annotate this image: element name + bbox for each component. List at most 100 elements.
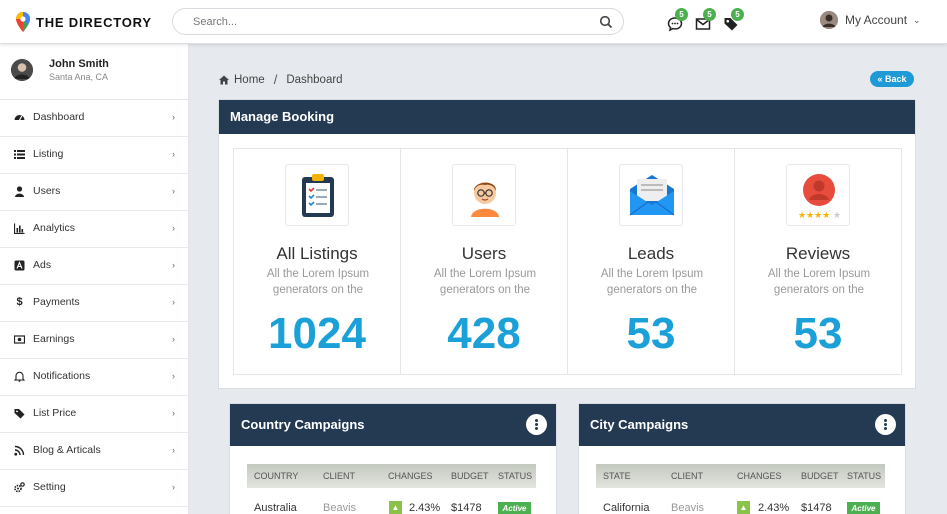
breadcrumb-home[interactable]: Home <box>234 74 265 86</box>
sidebar-item-label: Analytics <box>33 222 76 234</box>
column-header: CLIENT <box>323 471 356 481</box>
rss-icon <box>14 445 25 456</box>
messages-badge: 5 <box>675 8 688 21</box>
search-icon[interactable] <box>599 15 613 29</box>
sidebar-item-ads[interactable]: Ads › <box>0 248 189 285</box>
more-options-button[interactable] <box>526 414 547 435</box>
list-icon <box>14 149 25 160</box>
back-icon: « <box>877 74 883 84</box>
sidebar: John Smith Santa Ana, CA Dashboard › Lis… <box>0 44 189 514</box>
column-header: BUDGET <box>801 471 839 481</box>
table-row[interactable]: California Beavis ▲ 2.43% $1478 Active <box>596 500 885 514</box>
sidebar-item-listing[interactable]: Listing › <box>0 137 189 174</box>
sidebar-item-label: Earnings <box>33 333 75 345</box>
user-profile[interactable]: John Smith Santa Ana, CA <box>0 44 189 100</box>
stat-value: 1024 <box>268 309 366 358</box>
table-header: STATE CLIENT CHANGES BUDGET STATUS <box>596 464 885 488</box>
client-cell: Beavis <box>671 502 705 514</box>
breadcrumb: Home / Dashboard <box>219 72 343 87</box>
city-campaigns-card: City Campaigns STATE CLIENT CHANGES BUDG… <box>578 403 906 514</box>
account-avatar <box>820 11 838 29</box>
manage-booking-panel: Manage Booking All Listings All the Lore… <box>218 99 916 389</box>
arrow-up-icon: ▲ <box>389 501 402 514</box>
chevron-right-icon: › <box>172 186 175 196</box>
stat-card-listings[interactable]: All Listings All the Lorem Ipsum generat… <box>233 148 401 375</box>
profile-location: Santa Ana, CA <box>49 72 109 82</box>
budget-cell: $1478 <box>801 502 832 514</box>
gear-icon <box>14 482 25 493</box>
search-bar <box>172 8 624 35</box>
clipboard-icon <box>285 164 349 226</box>
mail-button[interactable]: 5 <box>695 8 716 34</box>
chevron-down-icon: ⌄ <box>913 14 921 25</box>
client-cell: Beavis <box>323 502 357 514</box>
breadcrumb-current: Dashboard <box>286 73 343 86</box>
reviews-icon: ★★★★ ★ <box>786 164 850 226</box>
sidebar-item-blog[interactable]: Blog & Articals › <box>0 433 189 470</box>
mail-badge: 5 <box>703 8 716 21</box>
search-input[interactable] <box>193 13 583 31</box>
country-campaigns-card: Country Campaigns COUNTRY CLIENT CHANGES… <box>229 403 557 514</box>
stat-value: 53 <box>626 309 676 358</box>
stat-title: Reviews <box>785 244 851 263</box>
sidebar-item-label: Setting <box>33 481 66 493</box>
column-header: STATUS <box>847 471 882 481</box>
sidebar-item-users[interactable]: Users › <box>0 174 189 211</box>
dollar-icon: $ <box>16 296 23 308</box>
sidebar-item-list-price[interactable]: List Price › <box>0 396 189 433</box>
bar-chart-icon <box>13 223 25 235</box>
stat-card-users[interactable]: Users All the Lorem Ipsum generators on … <box>400 148 568 375</box>
account-menu[interactable]: My Account ⌄ <box>820 11 921 29</box>
sidebar-item-analytics[interactable]: Analytics › <box>0 211 189 248</box>
place-cell: California <box>603 502 650 514</box>
place-cell: Australia <box>254 502 297 514</box>
back-button[interactable]: « Back <box>870 71 914 87</box>
column-header: STATE <box>603 471 631 481</box>
profile-name: John Smith <box>49 58 109 70</box>
back-label: Back <box>885 74 907 84</box>
bell-icon <box>13 371 26 382</box>
stat-description: All the Lorem Ipsum generators on the <box>266 268 370 296</box>
stat-description: All the Lorem Ipsum generators on the <box>600 268 704 296</box>
logo[interactable]: THE DIRECTORY <box>16 12 152 32</box>
column-header: CHANGES <box>737 471 782 481</box>
map-pin-icon <box>16 12 30 32</box>
sidebar-item-dashboard[interactable]: Dashboard › <box>0 100 189 137</box>
stat-description: All the Lorem Ipsum generators on the <box>433 268 537 296</box>
money-icon <box>13 334 26 345</box>
chevron-right-icon: › <box>172 297 175 307</box>
sidebar-item-earnings[interactable]: Earnings › <box>0 322 189 359</box>
sidebar-item-notifications[interactable]: Notifications › <box>0 359 189 396</box>
column-header: BUDGET <box>451 471 489 481</box>
status-badge: Active <box>847 502 880 514</box>
sidebar-item-label: Listing <box>33 148 64 160</box>
stat-title: All Listings <box>276 244 358 263</box>
sidebar-item-payments[interactable]: $ Payments › <box>0 285 189 322</box>
change-cell: 2.43% <box>409 502 441 514</box>
ads-icon <box>14 260 25 271</box>
chevron-right-icon: › <box>172 482 175 492</box>
sidebar-item-label: Ads <box>33 259 52 271</box>
stat-value: 428 <box>447 309 521 358</box>
status-badge: Active <box>498 502 531 514</box>
sidebar-item-label: Users <box>33 185 61 197</box>
change-cell: 2.43% <box>758 502 790 514</box>
account-label: My Account <box>845 13 908 27</box>
column-header: CHANGES <box>388 471 433 481</box>
column-header: COUNTRY <box>254 471 299 481</box>
chevron-right-icon: › <box>172 334 175 344</box>
sidebar-item-label: List Price <box>33 407 77 419</box>
stat-value: 53 <box>793 309 843 358</box>
stat-card-reviews[interactable]: ★★★★ ★ Reviews All the Lorem Ipsum gener… <box>734 148 902 375</box>
chevron-right-icon: › <box>172 445 175 455</box>
card-title: City Campaigns <box>579 404 905 446</box>
table-row[interactable]: Australia Beavis ▲ 2.43% $1478 Active <box>247 500 536 514</box>
stat-card-leads[interactable]: Leads All the Lorem Ipsum generators on … <box>567 148 735 375</box>
more-options-button[interactable] <box>875 414 896 435</box>
stat-description: All the Lorem Ipsum generators on the <box>767 268 871 296</box>
user-icon <box>14 186 25 197</box>
sidebar-item-setting[interactable]: Setting › <box>0 470 189 507</box>
tags-button[interactable]: 5 <box>723 8 744 34</box>
messages-button[interactable]: 5 <box>667 8 688 34</box>
breadcrumb-separator: / <box>273 72 278 87</box>
